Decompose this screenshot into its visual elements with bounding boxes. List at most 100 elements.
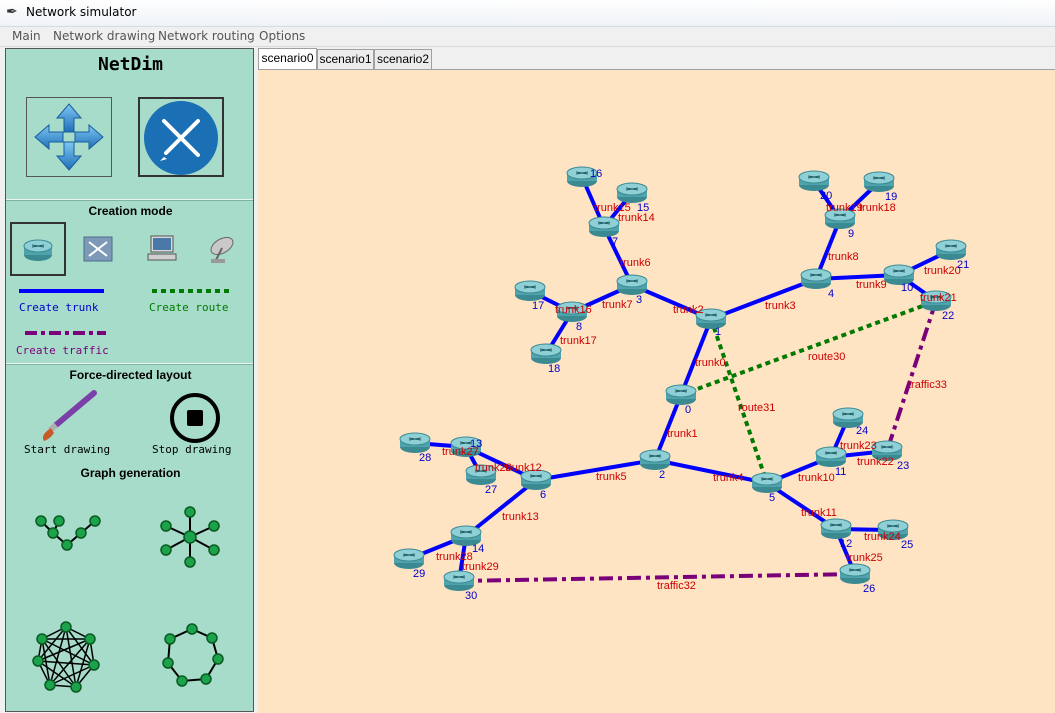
node-label: 4 <box>828 288 834 300</box>
paintbrush-icon[interactable] <box>36 387 106 443</box>
router-node[interactable] <box>530 343 562 364</box>
trunk-label: trunk29 <box>462 561 499 573</box>
node-label: 22 <box>942 310 954 322</box>
trunk-label: trunk7 <box>602 299 633 311</box>
node-label: 27 <box>485 484 497 496</box>
menu-main[interactable]: Main <box>12 29 41 43</box>
node-label: 23 <box>897 460 909 472</box>
panel-title: NetDim <box>97 54 164 75</box>
trunk-label: trunk23 <box>840 440 877 452</box>
trunk-label: trunk4 <box>713 472 744 484</box>
trunk-label: trunk11 <box>801 507 837 519</box>
menu-options[interactable]: Options <box>259 29 305 43</box>
full-mesh-graph-icon[interactable] <box>28 619 104 695</box>
node-label: 9 <box>848 228 854 240</box>
move-mode-button[interactable] <box>26 97 112 177</box>
router-node[interactable] <box>393 548 425 569</box>
router-node[interactable] <box>639 449 671 470</box>
router-node[interactable] <box>820 518 852 539</box>
tab-scenario2[interactable]: scenario2 <box>374 49 432 69</box>
node-label: 1 <box>715 326 721 338</box>
trunk-label: trunk21 <box>920 292 957 304</box>
router-node[interactable] <box>616 182 648 203</box>
node-label: 0 <box>685 404 691 416</box>
trunk-label: trunk10 <box>798 472 835 484</box>
creation-mode-button[interactable] <box>138 97 224 177</box>
network-graph[interactable]: trunk0 trunk1 trunk2 trunk3 trunk4 trunk5 trun… <box>258 70 1055 713</box>
node-label: 16 <box>590 168 602 180</box>
router-node[interactable] <box>588 216 620 237</box>
node-label: 17 <box>532 300 544 312</box>
trunk-link[interactable] <box>710 277 817 321</box>
router-node[interactable] <box>798 170 830 191</box>
create-route-label[interactable]: Create route <box>149 301 228 314</box>
router-node[interactable] <box>800 268 832 289</box>
node-label: 25 <box>901 539 913 551</box>
ring-graph-icon[interactable] <box>156 621 228 693</box>
node-label: 11 <box>835 466 846 478</box>
node-label: 18 <box>548 363 560 375</box>
tab-scenario0[interactable]: scenario0 <box>258 48 317 70</box>
pencil-ruler-icon <box>144 101 218 175</box>
router-node[interactable] <box>839 563 871 584</box>
router-node[interactable] <box>443 570 475 591</box>
trunk-label: trunk19 <box>826 202 863 214</box>
separator <box>6 363 253 365</box>
graph-generation-title: Graph generation <box>80 466 181 480</box>
node-label: 10 <box>901 282 913 294</box>
stop-drawing-label[interactable]: Stop drawing <box>152 443 231 456</box>
star-graph-icon[interactable] <box>156 504 226 570</box>
node-label: 19 <box>885 191 897 203</box>
tree-graph-icon[interactable] <box>31 509 107 559</box>
traffic-label: traffic33 <box>908 379 947 391</box>
router-node[interactable] <box>514 280 546 301</box>
switch-mode-button[interactable] <box>70 222 126 276</box>
trunk-label: trunk6 <box>620 257 651 269</box>
trunk-label: trunk0 <box>695 357 726 369</box>
node-label: 29 <box>413 568 425 580</box>
left-panel: NetDim Creation mode Create trunk Create… <box>5 48 254 712</box>
node-label: 8 <box>576 321 582 333</box>
trunk-label: trunk15 <box>594 202 631 214</box>
trunk-link[interactable] <box>654 458 768 485</box>
route-label: route31 <box>738 402 775 414</box>
menu-network-routing[interactable]: Network routing <box>158 29 255 43</box>
tab-scenario1[interactable]: scenario1 <box>317 49 374 69</box>
trunk-label: trunk17 <box>560 335 597 347</box>
traffic-label: traffic32 <box>657 580 696 592</box>
switch-icon <box>83 236 113 262</box>
trunk-label: trunk8 <box>828 251 859 263</box>
node-label: 30 <box>465 590 477 602</box>
stop-icon[interactable] <box>169 392 221 444</box>
router-node[interactable] <box>665 384 697 405</box>
traffic-link[interactable] <box>885 300 938 452</box>
menu-network-drawing[interactable]: Network drawing <box>53 29 155 43</box>
trunk-label: trunk16 <box>555 304 592 316</box>
move-arrows-icon <box>34 103 104 171</box>
router-mode-button[interactable] <box>10 222 66 276</box>
router-node[interactable] <box>751 472 783 493</box>
node-label: 7 <box>612 236 618 248</box>
trunk-label: trunk2 <box>673 304 704 316</box>
node-label: 13 <box>470 438 482 450</box>
menu-bar: Main Network drawing Network routing Opt… <box>0 27 1055 47</box>
creation-mode-title: Creation mode <box>88 204 173 218</box>
host-mode-button[interactable] <box>134 222 190 276</box>
create-trunk-label[interactable]: Create trunk <box>19 301 98 314</box>
route-link[interactable] <box>709 318 769 484</box>
router-node[interactable] <box>399 432 431 453</box>
create-traffic-label[interactable]: Create traffic <box>16 344 109 357</box>
router-node[interactable] <box>935 239 967 260</box>
separator <box>6 199 253 201</box>
antenna-mode-button[interactable] <box>194 222 250 276</box>
trunk-label: trunk1 <box>667 428 698 440</box>
satellite-dish-icon <box>210 236 234 263</box>
start-drawing-label[interactable]: Start drawing <box>24 443 110 456</box>
trunk-label: trunk25 <box>846 552 883 564</box>
node-label: 5 <box>769 492 775 504</box>
network-canvas[interactable]: trunk0 trunk1 trunk2 trunk3 trunk4 trunk5 trun… <box>258 69 1055 713</box>
router-node[interactable] <box>616 274 648 295</box>
router-node[interactable] <box>863 171 895 192</box>
trunk-label: trunk13 <box>502 511 539 523</box>
trunk-label: trunk20 <box>924 265 961 277</box>
